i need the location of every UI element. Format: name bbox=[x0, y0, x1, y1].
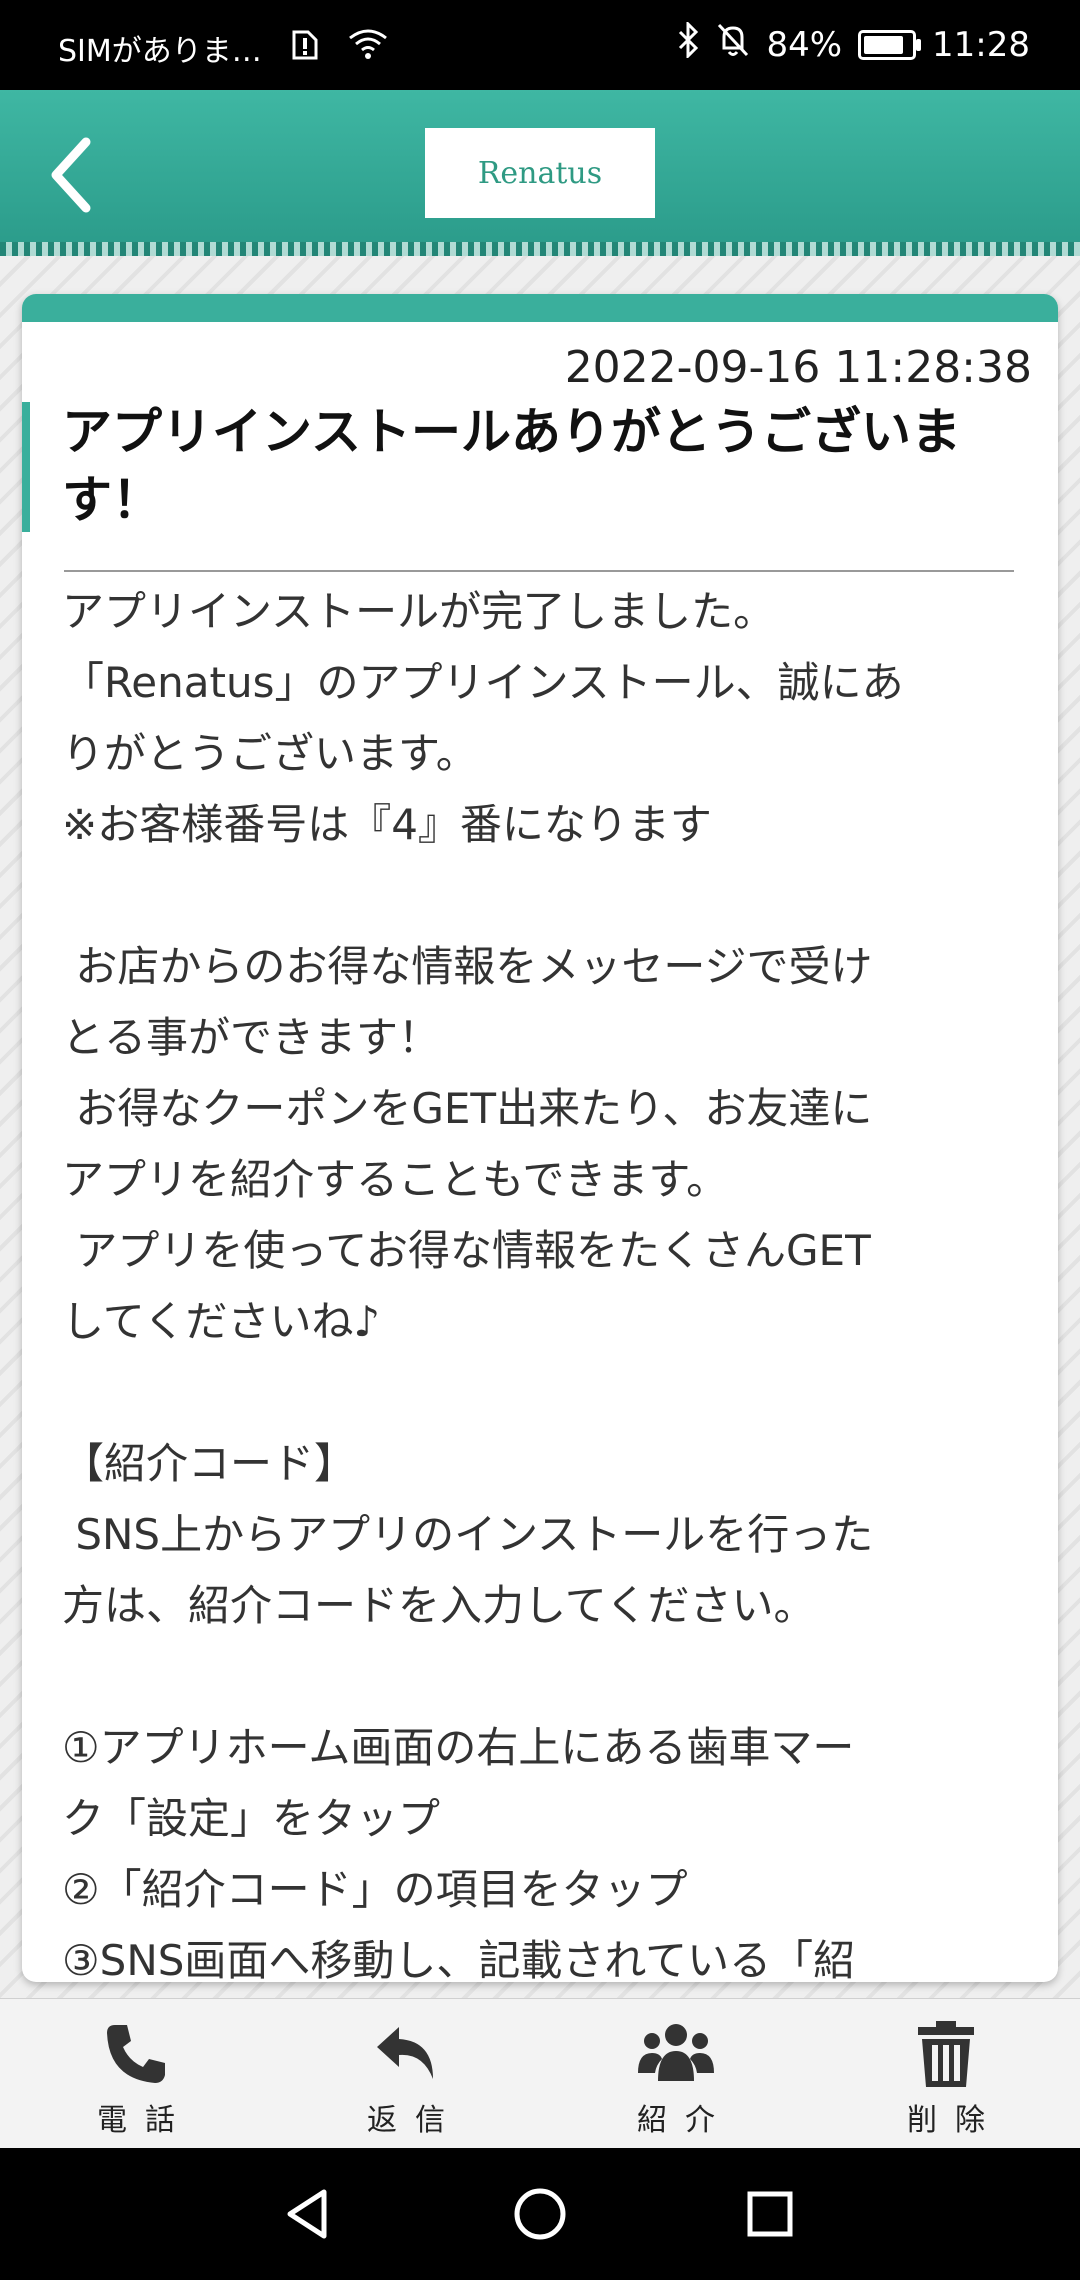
delete-button[interactable]: 削除 bbox=[846, 1999, 1046, 2149]
trash-icon bbox=[918, 2021, 974, 2087]
body-line bbox=[62, 860, 1052, 931]
body-line: してくださいね♪ bbox=[62, 1297, 381, 1346]
body-line: 方は、紹介コードを入力してください。 bbox=[62, 1581, 816, 1630]
reply-button[interactable]: 返信 bbox=[306, 1999, 506, 2149]
phone-label: 電話 bbox=[97, 2103, 193, 2138]
nav-home-button[interactable] bbox=[510, 2184, 570, 2244]
bluetooth-icon bbox=[676, 20, 700, 67]
system-nav-bar bbox=[0, 2148, 1080, 2280]
body-line: ※お客様番号は『4』番になります bbox=[62, 800, 712, 849]
carrier-label: SIMがありま… bbox=[58, 34, 262, 69]
square-recents-icon bbox=[747, 2191, 793, 2237]
phone-icon bbox=[107, 2025, 165, 2083]
body-line: とる事ができます！ bbox=[62, 1013, 441, 1062]
logo: Renatus bbox=[425, 128, 655, 218]
body-line: SNS上からアプリのインストールを行った bbox=[62, 1510, 874, 1559]
status-bar: SIMがありま… 84% 11:28 bbox=[0, 0, 1080, 90]
body-line bbox=[62, 1357, 1052, 1428]
divider bbox=[64, 570, 1014, 572]
title-accent-bar bbox=[22, 402, 30, 532]
message-card: 2022-09-16 11:28:38 アプリインストールありがとうございます！… bbox=[22, 294, 1058, 1982]
body-line: 「Renatus」のアプリインストール、誠にあ bbox=[62, 658, 904, 707]
reply-label: 返信 bbox=[367, 2103, 463, 2138]
battery-percent: 84% bbox=[766, 24, 843, 65]
circle-home-icon bbox=[514, 2188, 566, 2240]
body-line: りがとうございます。 bbox=[62, 729, 478, 778]
reply-icon bbox=[377, 2027, 433, 2079]
battery-icon bbox=[858, 29, 922, 60]
body-line: ②「紹介コード」の項目をタップ bbox=[62, 1865, 688, 1914]
action-bar: 電話 返信 紹介 削除 bbox=[0, 1998, 1080, 2149]
body-line: ③SNS画面へ移動し、記載されている「紹 bbox=[62, 1936, 856, 1982]
users-icon bbox=[638, 2024, 714, 2081]
chevron-left-icon bbox=[51, 137, 91, 213]
body-line bbox=[62, 1641, 1052, 1712]
message-date: 2022-09-16 11:28:38 bbox=[564, 342, 1032, 393]
body-line: ク「設定」をタップ bbox=[62, 1794, 441, 1843]
invite-button[interactable]: 紹介 bbox=[576, 1999, 776, 2149]
app-header: Renatus bbox=[0, 90, 1080, 256]
card-accent-bar bbox=[22, 294, 1058, 322]
nav-back-button[interactable] bbox=[280, 2184, 340, 2244]
sim-alert-icon bbox=[292, 28, 318, 68]
body-line: お得なクーポンをGET出来たり、お友達に bbox=[62, 1084, 873, 1133]
invite-label: 紹介 bbox=[637, 2103, 733, 2138]
body-line: 【紹介コード】 bbox=[62, 1439, 357, 1488]
back-button[interactable] bbox=[40, 130, 120, 220]
clock: 11:28 bbox=[932, 24, 1030, 65]
body-line: アプリを使ってお得な情報をたくさんGET bbox=[62, 1226, 871, 1275]
phone-button[interactable]: 電話 bbox=[36, 1999, 236, 2149]
wifi-icon bbox=[348, 28, 388, 68]
logo-text: Renatus bbox=[477, 155, 603, 191]
message-title: アプリインストールありがとうございます！ bbox=[62, 403, 961, 529]
body-line: お店からのお得な情報をメッセージで受け bbox=[62, 942, 873, 991]
body-line: アプリインストールが完了しました。 bbox=[62, 587, 776, 636]
message-body: アプリインストールが完了しました。 「Renatus」のアプリインストール、誠に… bbox=[62, 576, 1052, 1982]
delete-label: 削除 bbox=[907, 2103, 1003, 2138]
bell-muted-icon bbox=[716, 22, 750, 67]
triangle-back-icon bbox=[287, 2189, 327, 2239]
body-line: ①アプリホーム画面の右上にある歯車マー bbox=[62, 1723, 855, 1772]
body-line: アプリを紹介することもできます。 bbox=[62, 1155, 729, 1204]
nav-recents-button[interactable] bbox=[740, 2184, 800, 2244]
